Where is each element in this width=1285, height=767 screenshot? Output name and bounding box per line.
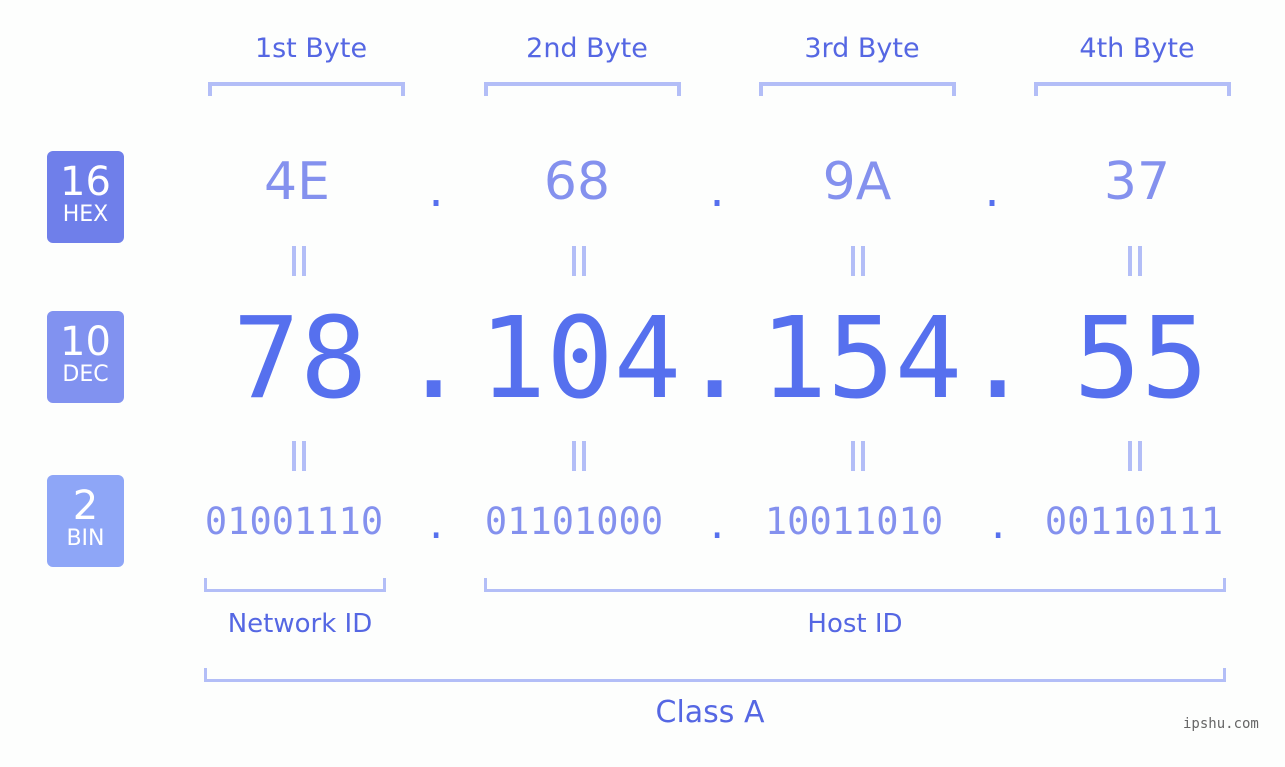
bin-separator-3: . [987,504,1010,547]
network-id-label: Network ID [227,609,373,639]
byte-header-1: 1st Byte [254,33,368,64]
byte-bracket-4 [1034,82,1231,96]
dec-badge-label: DEC [62,362,109,387]
hex-byte-4: 37 [1103,152,1171,212]
byte-bracket-3 [759,82,956,96]
dec-byte-1: 78 [232,294,368,424]
hex-byte-1: 4E [264,152,330,212]
bin-byte-2: 01101000 [484,500,664,543]
dec-byte-2: 104 [478,294,682,424]
hex-badge-number: 16 [60,159,111,205]
class-bracket [204,668,1226,682]
hex-byte-3: 9A [822,152,892,212]
bin-separator-2: . [706,504,729,547]
dec-separator-2: . [681,294,749,424]
network-id-bracket [204,578,386,592]
host-id-bracket [484,578,1226,592]
byte-bracket-1 [208,82,405,96]
dec-byte-3: 154 [759,294,963,424]
equals-icon [1126,246,1144,276]
bin-badge-number: 2 [72,483,99,529]
equals-icon [849,441,867,471]
hex-separator-1: . [424,170,449,216]
dec-badge-number: 10 [60,319,111,365]
byte-header-4: 4th Byte [1079,33,1195,64]
bin-separator-1: . [425,504,448,547]
hex-separator-2: . [705,170,730,216]
bin-badge: 2 BIN [47,475,124,567]
hex-badge: 16 HEX [47,151,124,243]
byte-header-2: 2nd Byte [526,33,648,64]
equals-icon [290,246,308,276]
byte-header-3: 3rd Byte [804,33,920,64]
hex-byte-2: 68 [543,152,611,212]
class-label: Class A [655,695,765,730]
equals-icon [1126,441,1144,471]
byte-bracket-2 [484,82,681,96]
equals-icon [570,441,588,471]
dec-separator-1: . [400,294,468,424]
watermark: ipshu.com [1183,716,1259,732]
equals-icon [290,441,308,471]
hex-badge-label: HEX [62,202,109,227]
dec-byte-4: 55 [1073,294,1209,424]
bin-byte-1: 01001110 [204,500,384,543]
equals-icon [570,246,588,276]
dec-badge: 10 DEC [47,311,124,403]
dec-separator-3: . [964,294,1032,424]
equals-icon [849,246,867,276]
bin-byte-4: 00110111 [1044,500,1224,543]
host-id-label: Host ID [807,609,903,639]
bin-badge-label: BIN [66,526,105,551]
bin-byte-3: 10011010 [764,500,944,543]
hex-separator-3: . [980,170,1005,216]
